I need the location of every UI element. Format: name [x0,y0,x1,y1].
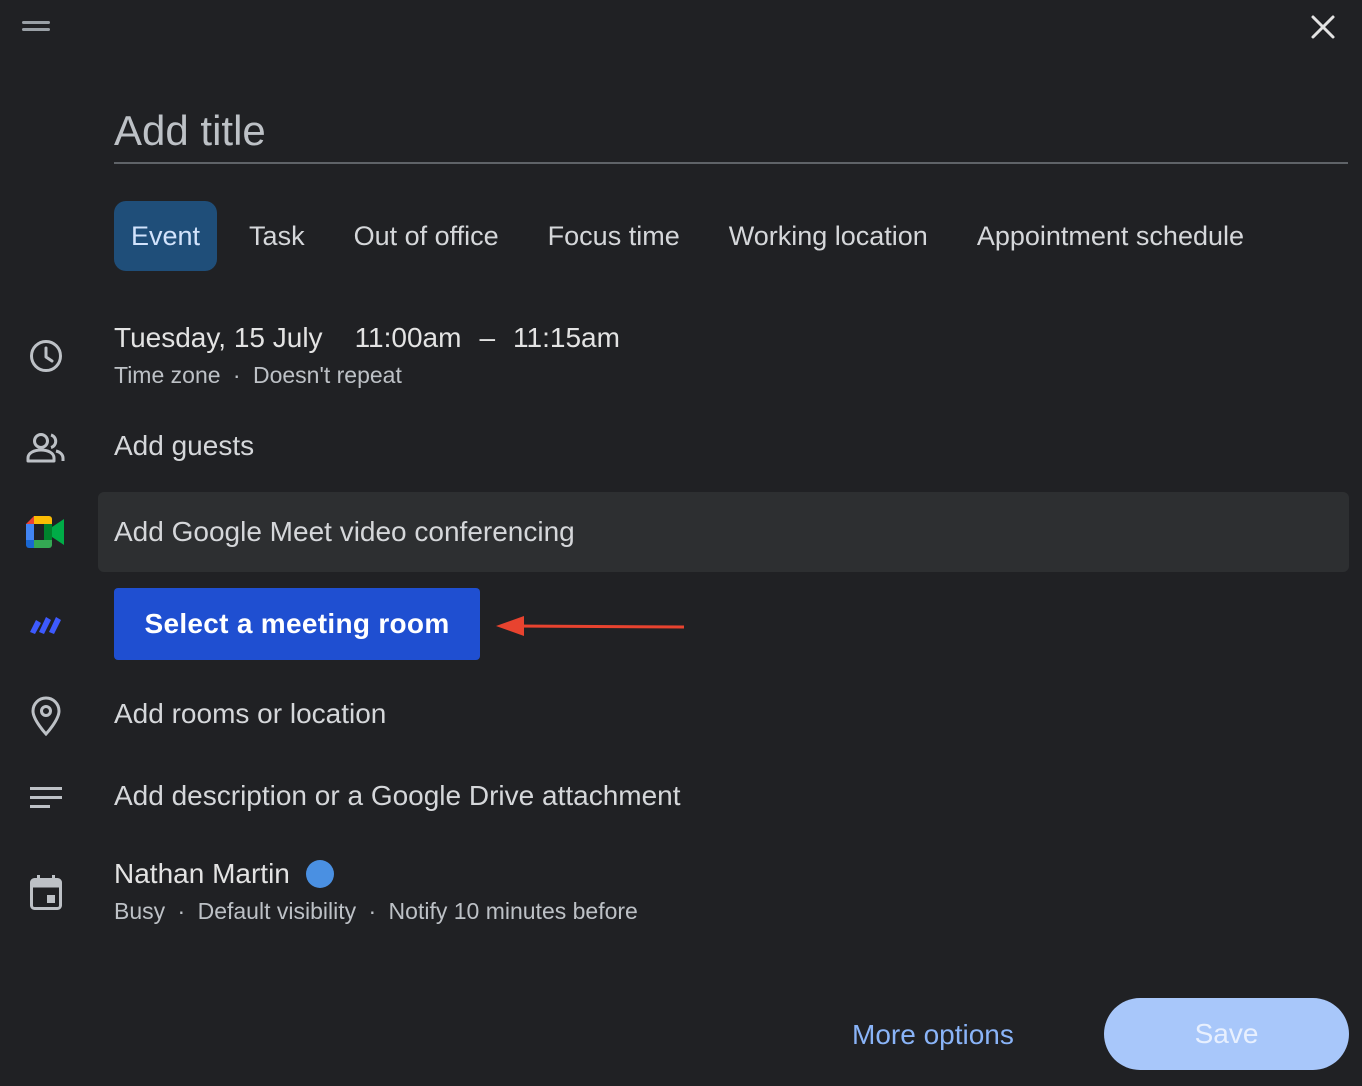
separator-dot: · [177,898,186,924]
notification-setting[interactable]: Notify 10 minutes before [389,898,638,924]
tab-working-location[interactable]: Working location [712,201,945,271]
annotation-arrow-icon [496,616,685,636]
calendar-color-dot[interactable] [305,860,334,888]
add-location-field[interactable]: Add rooms or location [114,698,386,730]
calendar-owner-name[interactable]: Nathan Martin [114,858,290,890]
add-google-meet-button[interactable]: Add Google Meet video conferencing [98,492,1349,572]
select-meeting-room-button[interactable]: Select a meeting room [114,588,480,660]
end-time[interactable]: 11:15am [513,322,620,354]
separator-dot: · [368,898,377,924]
event-date[interactable]: Tuesday, 15 July [114,322,323,354]
tab-event[interactable]: Event [114,201,218,271]
repeat-link[interactable]: Doesn't repeat [253,362,402,388]
calendar-icon [24,870,68,914]
add-description-field[interactable]: Add description or a Google Drive attach… [114,780,681,812]
datetime-section: Tuesday, 15 July 11:00am – 11:15am Time … [114,322,620,389]
add-google-meet-label: Add Google Meet video conferencing [114,516,575,547]
time-separator: – [479,322,496,353]
clock-icon [24,334,68,378]
description-icon [24,776,68,820]
add-guests-field[interactable]: Add guests [114,430,254,462]
start-time[interactable]: 11:00am [355,322,462,354]
event-quick-create-dialog: Event Task Out of office Focus time Work… [0,0,1362,1086]
close-icon[interactable] [1306,10,1340,44]
people-icon [24,426,68,470]
save-button[interactable]: Save [1104,998,1349,1070]
google-meet-icon [24,510,68,554]
more-options-button[interactable]: More options [838,1004,1028,1066]
event-type-tabs: Event Task Out of office Focus time Work… [114,200,1244,272]
busy-status[interactable]: Busy [114,898,165,924]
tab-focus-time[interactable]: Focus time [531,201,697,271]
tab-appointment-schedule[interactable]: Appointment schedule [960,201,1244,271]
timezone-link[interactable]: Time zone [114,362,221,388]
tab-task[interactable]: Task [232,201,322,271]
drag-handle-icon[interactable] [22,20,50,32]
calendar-owner-section: Nathan Martin Busy · Default visibility … [114,858,638,925]
visibility-setting[interactable]: Default visibility [198,898,357,924]
tab-out-of-office[interactable]: Out of office [337,201,516,271]
separator-dot: · [232,362,241,388]
meeting-room-app-icon [24,602,68,646]
title-input[interactable] [114,100,1348,164]
location-pin-icon [24,694,68,738]
